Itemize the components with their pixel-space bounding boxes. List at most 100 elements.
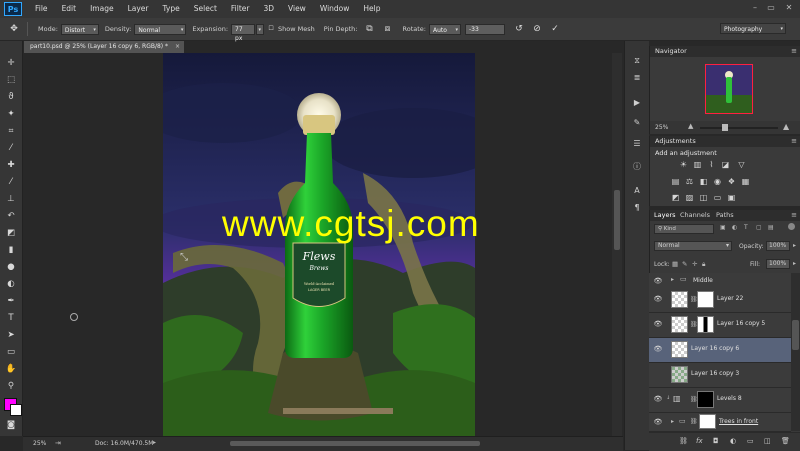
vibrance-icon[interactable]: ▽ [736,160,747,170]
menu-image[interactable]: Image [83,0,121,18]
layers-scrollbar[interactable] [791,273,800,431]
rotate-select[interactable]: Auto ▾ [428,23,461,35]
visibility-eye-icon[interactable]: 👁︎ [653,276,663,286]
remove-pins-icon[interactable]: ↺ [513,23,525,35]
selective-color-icon[interactable]: ▣ [726,193,737,203]
menu-select[interactable]: Select [187,0,224,18]
commit-checkmark-icon[interactable]: ✓ [549,23,561,35]
expand-arrow-icon[interactable]: ▸ [671,276,674,283]
menu-type[interactable]: Type [156,0,187,18]
show-mesh-checkbox[interactable]: ☐ [267,23,275,35]
maximize-button[interactable]: ▭ [764,2,778,14]
filter-pixel-icon[interactable]: ▣ [720,224,726,231]
menu-window[interactable]: Window [313,0,357,18]
layer-row-layer-16-copy-5[interactable]: 👁︎ ⛓︎ Layer 16 copy 5 [649,313,791,338]
expansion-input[interactable]: 77 px [231,23,256,42]
background-color-swatch[interactable] [10,404,22,416]
path-selection-tool-icon[interactable]: ➤ [4,329,18,341]
blend-mode-select[interactable]: Normal ▾ [654,241,732,251]
horizontal-scrollbar-thumb[interactable] [230,441,480,446]
paragraph-icon[interactable]: ¶ [631,202,643,214]
tab-layers[interactable]: Layers [654,210,676,221]
rotate-angle-input[interactable]: -33 [464,23,505,35]
zoom-in-icon[interactable]: ▲ [783,122,789,131]
layer-row-layer-16-copy-6[interactable]: 👁︎ Layer 16 copy 6 [649,338,791,363]
layer-row-layer-16-copy-3[interactable]: 👁︎ Layer 16 copy 3 [649,363,791,388]
character-icon[interactable]: A [631,185,643,197]
lock-pixels-icon[interactable]: ✎ [682,260,687,268]
layer-mask-thumbnail[interactable] [697,291,714,308]
filter-adjustment-icon[interactable]: ◐ [732,224,737,231]
zoom-tool-icon[interactable]: ⚲ [4,380,18,392]
eraser-tool-icon[interactable]: ◩ [4,227,18,239]
lock-all-icon[interactable]: 🔒︎ [702,260,705,269]
mode-select[interactable]: Distort ▾ [60,23,99,35]
fill-arrow-icon[interactable]: ▸ [793,260,796,267]
type-tool-icon[interactable]: T [4,312,18,324]
opacity-input[interactable]: 100% [766,241,790,251]
threshold-icon[interactable]: ◫ [698,193,709,203]
healing-brush-tool-icon[interactable]: ✚ [4,159,18,171]
puppet-warp-tool-icon[interactable]: ✥ [8,23,20,35]
close-tab-icon[interactable]: × [175,41,180,53]
layer-row-group-middle[interactable]: 👁︎ ▸ ▭ Middle [649,273,791,289]
share-icon[interactable]: ⇥ [55,439,61,447]
fx-icon[interactable]: fx [696,437,703,445]
layer-filter-select[interactable]: ⚲ Kind [654,224,714,234]
close-window-button[interactable]: ✕ [782,2,796,14]
history-brush-tool-icon[interactable]: ↶ [4,210,18,222]
move-tool-icon[interactable]: ✛ [4,57,18,69]
pin-marker-icon[interactable] [70,313,78,321]
workspace-select[interactable]: Photography ▾ [720,23,786,34]
menu-filter[interactable]: Filter [224,0,257,18]
navigator-zoom-level[interactable]: 25% [655,124,668,131]
density-select[interactable]: Normal ▾ [134,23,187,35]
fill-input[interactable]: 100% [766,259,790,269]
properties-icon[interactable]: ≣ [631,72,643,84]
menu-layer[interactable]: Layer [121,0,156,18]
trash-icon[interactable]: 🗑︎ [781,437,790,445]
tab-channels[interactable]: Channels [680,210,710,221]
adjustment-icon[interactable]: ◐ [730,437,736,445]
navigator-thumbnail[interactable] [705,64,753,114]
link-icon[interactable]: ⛓︎ [679,437,688,445]
gradient-map-icon[interactable]: ▭ [712,193,723,203]
expansion-dropdown[interactable]: ▾ [256,23,265,35]
zoom-out-icon[interactable]: ▲ [688,122,693,130]
visibility-eye-icon[interactable]: 👁︎ [653,294,663,304]
dodge-tool-icon[interactable]: ◐ [4,278,18,290]
photo-filter-icon[interactable]: ◉ [712,177,723,187]
zoom-slider-handle[interactable] [722,124,728,131]
minimize-button[interactable]: – [748,2,762,14]
shape-tool-icon[interactable]: ▭ [4,346,18,358]
layer-mask-thumbnail[interactable] [697,391,714,408]
black-white-icon[interactable]: ◧ [698,177,709,187]
gradient-tool-icon[interactable]: ▮ [4,244,18,256]
panel-menu-icon[interactable]: ≡ [791,46,797,57]
zoom-slider[interactable] [700,127,778,129]
lasso-tool-icon[interactable]: ϑ [4,91,18,103]
folder-icon[interactable]: ▭ [747,437,754,445]
pin-forward-icon[interactable]: ⧉ [364,23,376,35]
posterize-icon[interactable]: ▨ [684,193,695,203]
lock-position-icon[interactable]: ✛ [692,260,697,268]
cancel-icon[interactable]: ⊘ [531,23,543,35]
channel-mixer-icon[interactable]: ❖ [726,177,737,187]
menu-view[interactable]: View [281,0,313,18]
info-icon[interactable]: ⓘ [631,161,643,173]
status-arrow-icon[interactable]: ▸ [153,439,156,446]
pen-tool-icon[interactable]: ✒ [4,295,18,307]
menu-help[interactable]: Help [356,0,387,18]
visibility-eye-icon[interactable]: 👁︎ [653,369,663,379]
layer-mask-thumbnail[interactable] [697,316,714,333]
quick-mask-icon[interactable]: ◙ [4,419,18,431]
filter-shape-icon[interactable]: ▢ [756,224,762,231]
eyedropper-tool-icon[interactable]: ⁄ [4,142,18,154]
panel-menu-icon[interactable]: ≡ [791,210,797,221]
visibility-eye-icon[interactable]: 👁︎ [653,417,663,427]
visibility-eye-icon[interactable]: 👁︎ [653,344,663,354]
brightness-icon[interactable]: ☀ [678,160,689,170]
expand-arrow-icon[interactable]: ▸ [671,418,674,425]
layer-mask-thumbnail[interactable] [699,414,716,429]
clone-stamp-tool-icon[interactable]: ⊥ [4,193,18,205]
